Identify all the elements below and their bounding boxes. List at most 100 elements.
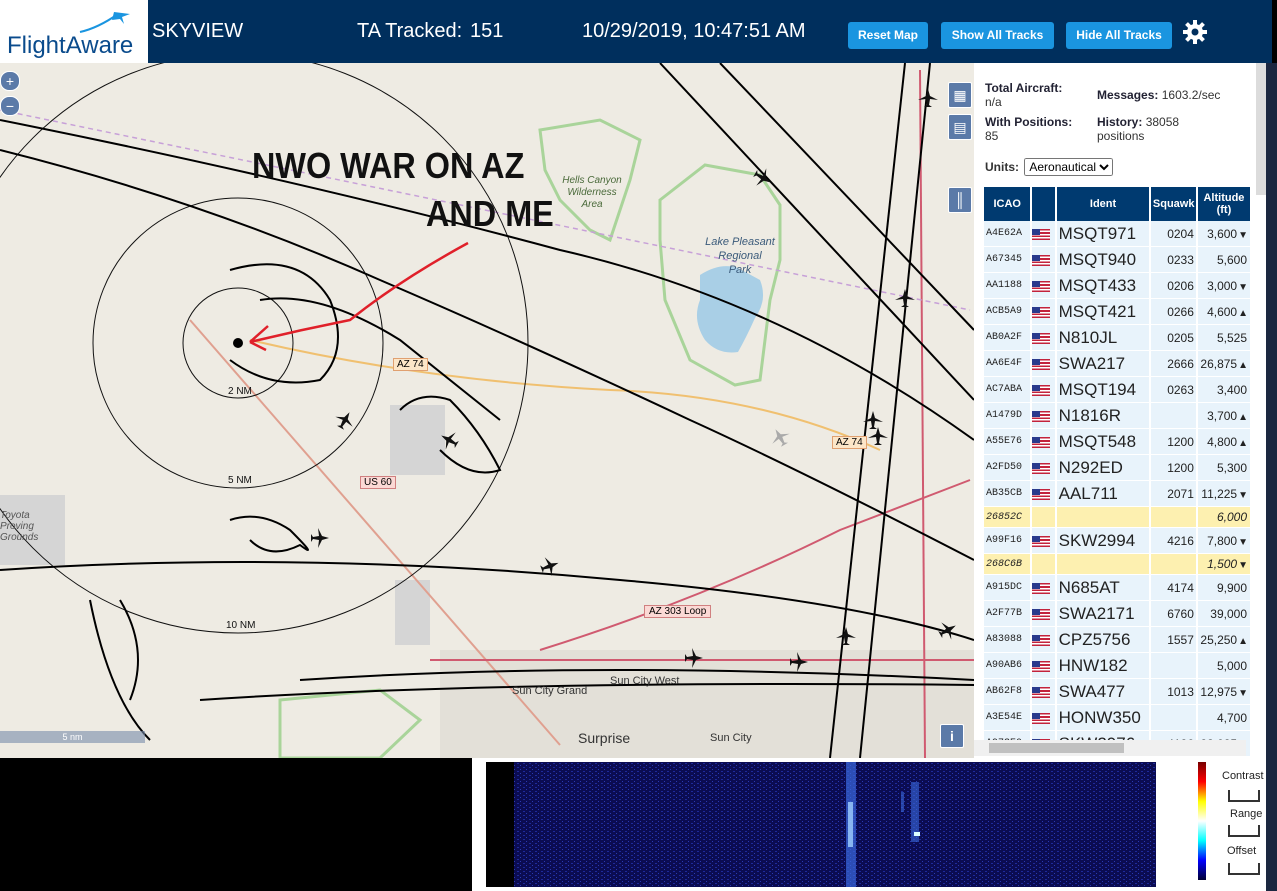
table-row[interactable]: A2F77B SWA2171 6760 39,000 <box>984 601 1250 627</box>
units-select[interactable]: Aeronautical <box>1024 158 1114 176</box>
range-slider[interactable] <box>1228 825 1260 837</box>
table-row[interactable]: A67345 MSQT940 0233 5,600 <box>984 247 1250 273</box>
col-flag[interactable] <box>1032 187 1055 221</box>
altitude-trend-icon: ▼ <box>1238 281 1248 293</box>
color-scale <box>1198 762 1206 880</box>
az74-shield-east: AZ 74 <box>832 436 867 449</box>
cell-squawk: 0266 <box>1151 299 1196 325</box>
offset-slider[interactable] <box>1228 863 1260 875</box>
us-flag-icon <box>1032 582 1051 594</box>
table-row[interactable]: A2FD50 N292ED 1200 5,300 <box>984 455 1250 481</box>
altitude-trend-icon: ▲ <box>1238 307 1248 319</box>
with-positions-value: 85 <box>985 129 999 143</box>
columns-icon[interactable]: ║ <box>948 187 972 213</box>
total-aircraft-value: n/a <box>985 95 1002 109</box>
cell-squawk: 4216 <box>1151 528 1196 554</box>
cell-flag <box>1032 627 1055 653</box>
us60-shield: US 60 <box>360 476 396 489</box>
datetime: 10/29/2019, 10:47:51 AM <box>582 20 806 42</box>
messages: Messages: 1603.2/sec <box>1097 88 1220 102</box>
ring-label-2nm: 2 NM <box>228 386 252 397</box>
table-row[interactable]: A915DC N685AT 4174 9,900 <box>984 575 1250 601</box>
zoom-in-icon[interactable]: + <box>0 71 20 91</box>
us-flag-icon <box>1032 660 1051 672</box>
grid-icon[interactable]: ▤ <box>948 114 972 140</box>
cell-altitude: 3,000▼ <box>1197 273 1250 299</box>
us-flag-icon <box>1032 634 1051 646</box>
altitude-trend-icon: ▲ <box>1238 359 1248 371</box>
table-row[interactable]: AA6E4F SWA217 2666 26,875▲ <box>984 351 1250 377</box>
cell-ident: SWA217 <box>1056 351 1150 377</box>
cell-icao: AB0A2F <box>984 325 1031 351</box>
altitude-trend-icon: ▼ <box>1238 536 1248 548</box>
cell-icao: A55E76 <box>984 429 1031 455</box>
cell-squawk <box>1151 403 1196 429</box>
logo-plane-icon <box>79 12 130 33</box>
table-row[interactable]: AA1188 MSQT433 0206 3,000▼ <box>984 273 1250 299</box>
table-row[interactable]: A99F16 SKW2994 4216 7,800▼ <box>984 528 1250 554</box>
cell-ident: SWA477 <box>1056 679 1150 705</box>
cell-icao: A3E54E <box>984 705 1031 731</box>
cell-squawk <box>1151 705 1196 731</box>
scrollbar-thumb[interactable] <box>989 743 1124 753</box>
ring-label-10nm: 10 NM <box>226 620 256 631</box>
table-row[interactable]: A55E76 MSQT548 1200 4,800▲ <box>984 429 1250 455</box>
brand-name: FlightAware <box>7 32 134 59</box>
altitude-value: 4,600 <box>1207 304 1238 319</box>
cell-squawk: 0233 <box>1151 247 1196 273</box>
table-row[interactable]: A83088 CPZ5756 1557 25,250▲ <box>984 627 1250 653</box>
vertical-scrollbar[interactable] <box>1256 63 1266 195</box>
col-icao[interactable]: ICAO <box>984 187 1031 221</box>
cell-altitude: 5,300 <box>1197 455 1250 481</box>
table-row[interactable]: A1479D N1816R 3,700▲ <box>984 403 1250 429</box>
flightaware-logo[interactable]: FlightAware <box>0 0 148 63</box>
label-line: Area <box>581 199 603 210</box>
show-all-tracks-button[interactable]: Show All Tracks <box>941 22 1054 49</box>
table-row[interactable]: AB62F8 SWA477 1013 12,975▼ <box>984 679 1250 705</box>
cell-ident: AAL711 <box>1056 481 1150 507</box>
aircraft-panel: Total Aircraft: n/a With Positions: 85 M… <box>974 63 1272 758</box>
app-title: SKYVIEW <box>152 20 244 42</box>
col-squawk[interactable]: Squawk <box>1151 187 1196 221</box>
sun-city-west-label: Sun City West <box>610 675 680 687</box>
zoom-out-icon[interactable]: − <box>0 96 20 116</box>
surprise-label: Surprise <box>578 730 631 746</box>
altitude-trend-icon: ▼ <box>1238 229 1248 241</box>
map-view[interactable]: NWO WAR ON AZ AND ME 2 NM 5 NM 10 NM Hel… <box>0 63 974 758</box>
table-row[interactable]: A4E62A MSQT971 0204 3,600▼ <box>984 221 1250 247</box>
cell-flag <box>1032 554 1055 575</box>
info-icon[interactable]: i <box>940 724 964 748</box>
table-row[interactable]: A90AB6 HNW182 5,000 <box>984 653 1250 679</box>
cell-flag <box>1032 575 1055 601</box>
altitude-trend-icon: ▲ <box>1238 437 1248 449</box>
table-row[interactable]: ACB5A9 MSQT421 0266 4,600▲ <box>984 299 1250 325</box>
col-ident[interactable]: Ident <box>1056 187 1150 221</box>
altitude-value: 3,600 <box>1207 226 1238 241</box>
gear-icon[interactable] <box>1182 19 1208 45</box>
table-row[interactable]: 268C6B 1,500▼ <box>984 554 1250 575</box>
lake-pleasant <box>696 266 764 353</box>
lake-pleasant-label: Lake Pleasant Regional Park <box>700 235 780 277</box>
cell-flag <box>1032 455 1055 481</box>
table-row[interactable]: AB0A2F N810JL 0205 5,525 <box>984 325 1250 351</box>
contrast-slider[interactable] <box>1228 790 1260 802</box>
cell-altitude: 5,525 <box>1197 325 1250 351</box>
hide-all-tracks-button[interactable]: Hide All Tracks <box>1066 22 1172 49</box>
cell-icao: 26852C <box>984 507 1031 528</box>
cell-squawk: 0206 <box>1151 273 1196 299</box>
history-value: 38058 <box>1145 115 1180 129</box>
cell-icao: AC7ABA <box>984 377 1031 403</box>
cell-icao: A99F16 <box>984 528 1031 554</box>
col-altitude[interactable]: Altitude (ft) <box>1197 187 1250 221</box>
table-row[interactable]: AC7ABA MSQT194 0263 3,400 <box>984 377 1250 403</box>
total-aircraft-label: Total Aircraft: <box>985 81 1063 95</box>
cell-ident: SWA2171 <box>1056 601 1150 627</box>
map-layers-icon[interactable]: ▦ <box>948 82 972 108</box>
map-scale: 5 nm <box>0 731 145 743</box>
table-row[interactable]: A3E54E HONW350 4,700 <box>984 705 1250 731</box>
reset-map-button[interactable]: Reset Map <box>848 22 928 49</box>
cell-icao: AB35CB <box>984 481 1031 507</box>
cell-altitude: 4,700 <box>1197 705 1250 731</box>
table-row[interactable]: AB35CB AAL711 2071 11,225▼ <box>984 481 1250 507</box>
table-row[interactable]: 26852C 6,000 <box>984 507 1250 528</box>
